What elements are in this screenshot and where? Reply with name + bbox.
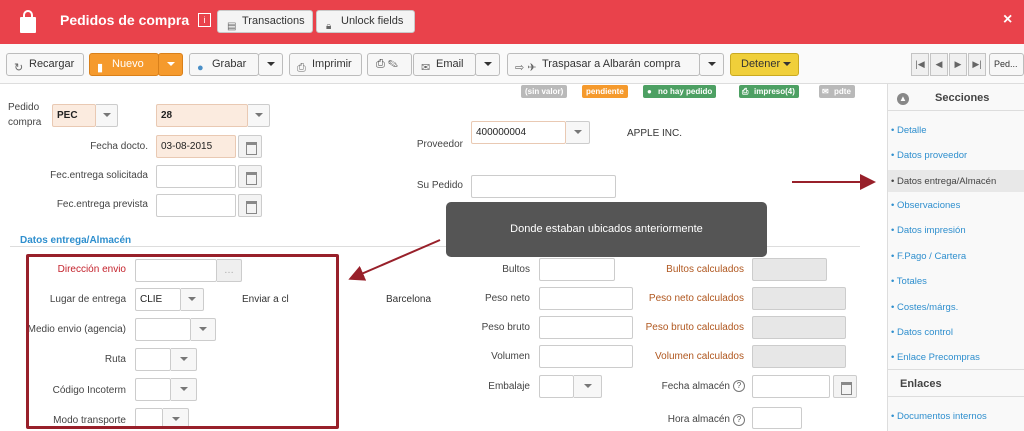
- arrow-to-section: [348, 239, 441, 281]
- annotation-tooltip: Donde estaban ubicados anteriormente: [446, 202, 767, 257]
